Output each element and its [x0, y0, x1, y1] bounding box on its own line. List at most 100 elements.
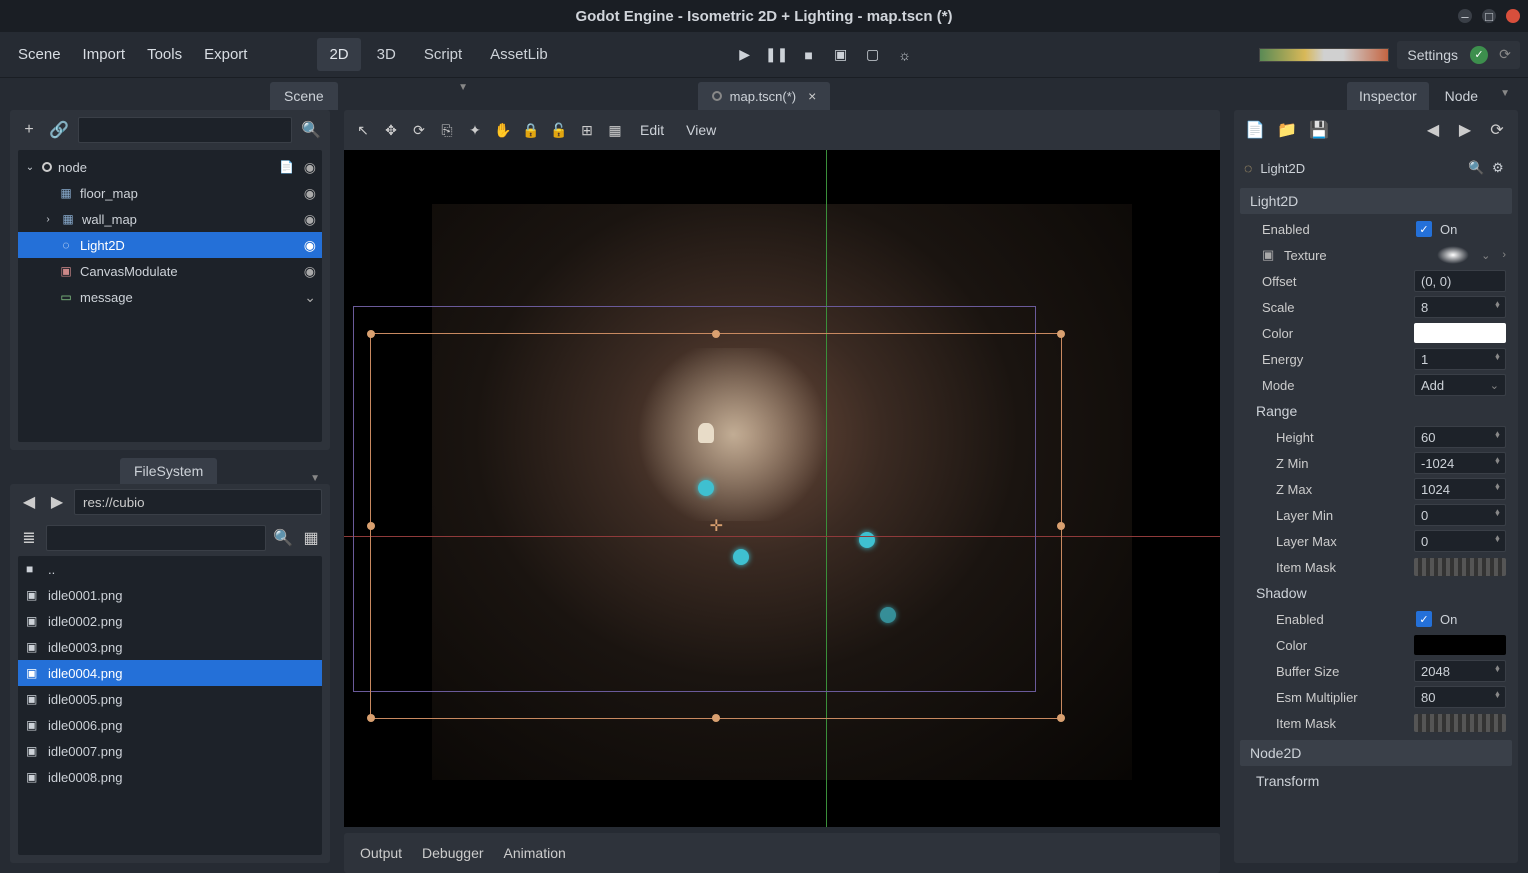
tree-view-icon[interactable]: ≣ [18, 527, 40, 549]
link-node-icon[interactable]: 🔗 [48, 119, 70, 141]
gear-icon[interactable]: ⚙ [1492, 160, 1508, 176]
viewport-2d[interactable]: ✛ [344, 150, 1220, 827]
load-resource-icon[interactable]: 📁 [1276, 119, 1298, 141]
color-picker[interactable] [1414, 323, 1506, 343]
snap-grid-icon[interactable]: ▦ [606, 121, 624, 139]
dock-fs-menu-icon[interactable]: ▼ [310, 473, 324, 484]
list-select-icon[interactable]: ⎘ [438, 121, 456, 139]
dock-tab-node[interactable]: Node [1433, 82, 1490, 110]
filesystem-file-row[interactable]: ▣idle0004.png [18, 660, 322, 686]
snap-off-icon[interactable]: ⊞ [578, 121, 596, 139]
filesystem-search-input[interactable] [46, 525, 266, 551]
stop-button[interactable]: ■ [794, 40, 824, 70]
pan-tool-icon[interactable]: ✋ [494, 121, 512, 139]
resize-handle[interactable] [1057, 330, 1065, 338]
settings-button[interactable]: Settings [1403, 45, 1462, 65]
resize-handle[interactable] [712, 714, 720, 722]
inspector-section-light2d[interactable]: Light2D [1240, 188, 1512, 214]
pivot-tool-icon[interactable]: ✦ [466, 121, 484, 139]
filesystem-file-row[interactable]: ▣idle0002.png [18, 608, 322, 634]
zmin-field[interactable]: -1024 [1414, 452, 1506, 474]
resize-handle[interactable] [1057, 522, 1065, 530]
resize-handle[interactable] [712, 330, 720, 338]
search-icon[interactable]: 🔍 [1468, 160, 1484, 176]
rotate-tool-icon[interactable]: ⟳ [410, 121, 428, 139]
visibility-icon[interactable]: ◉ [304, 237, 316, 254]
scene-tree[interactable]: ⌄ node 📄 ◉ ▦ floor_map ◉ › [18, 150, 322, 442]
bottom-tab-animation[interactable]: Animation [504, 845, 566, 861]
play-button[interactable]: ▶ [730, 40, 760, 70]
texture-preview[interactable] [1437, 246, 1469, 264]
menu-export[interactable]: Export [194, 38, 257, 71]
dock-right-menu-icon[interactable]: ▼ [1494, 82, 1516, 110]
lock-icon[interactable]: 🔒 [522, 121, 540, 139]
visibility-icon[interactable]: ◉ [304, 211, 316, 228]
buffersize-field[interactable]: 2048 [1414, 660, 1506, 682]
window-close-button[interactable] [1506, 9, 1520, 23]
tree-node-root[interactable]: ⌄ node 📄 ◉ [18, 154, 322, 180]
menu-scene[interactable]: Scene [8, 38, 71, 71]
filesystem-file-row[interactable]: ▣idle0005.png [18, 686, 322, 712]
expand-icon[interactable]: › [42, 214, 54, 225]
bottom-tab-output[interactable]: Output [360, 845, 402, 861]
chevron-right-icon[interactable]: › [1502, 249, 1506, 261]
dock-tab-filesystem[interactable]: FileSystem [120, 458, 217, 484]
search-icon[interactable]: 🔍 [300, 119, 322, 141]
tree-node-floor-map[interactable]: ▦ floor_map ◉ [18, 180, 322, 206]
pause-button[interactable]: ❚❚ [762, 40, 792, 70]
visibility-collapsed-icon[interactable]: ⌄ [304, 289, 316, 306]
scene-tab-map[interactable]: map.tscn(*) × [698, 82, 831, 110]
window-maximize-button[interactable]: □ [1482, 9, 1496, 23]
filesystem-path-input[interactable] [74, 489, 322, 515]
checkbox-enabled[interactable]: ✓ [1416, 221, 1432, 237]
menu-tools[interactable]: Tools [137, 38, 192, 71]
tree-node-canvasmodulate[interactable]: ▣ CanvasModulate ◉ [18, 258, 322, 284]
layermax-field[interactable]: 0 [1414, 530, 1506, 552]
history-back-icon[interactable]: ◀ [1422, 119, 1444, 141]
save-resource-icon[interactable]: 💾 [1308, 119, 1330, 141]
filesystem-list[interactable]: ■ .. ▣idle0001.png ▣idle0002.png ▣idle00… [18, 556, 322, 855]
resize-handle[interactable] [367, 522, 375, 530]
filesystem-up-dir[interactable]: ■ .. [18, 556, 322, 582]
filesystem-file-row[interactable]: ▣idle0006.png [18, 712, 322, 738]
zmax-field[interactable]: 1024 [1414, 478, 1506, 500]
menu-import[interactable]: Import [73, 38, 136, 71]
dock-left-menu-icon[interactable]: ▼ [458, 82, 472, 110]
grid-view-icon[interactable]: ▦ [300, 527, 322, 549]
resize-handle[interactable] [367, 330, 375, 338]
checkbox-shadow-enabled[interactable]: ✓ [1416, 611, 1432, 627]
viewport-view-menu[interactable]: View [680, 118, 722, 142]
workspace-tab-script[interactable]: Script [412, 38, 474, 71]
nav-forward-icon[interactable]: ▶ [46, 491, 68, 513]
inspector-body[interactable]: Light2D Enabled ✓ On ▣ Texture ⌄ › Offse… [1234, 186, 1518, 863]
tree-node-message[interactable]: ▭ message ⌄ [18, 284, 322, 310]
play-custom-button[interactable]: ▢ [858, 40, 888, 70]
filesystem-file-row[interactable]: ▣idle0001.png [18, 582, 322, 608]
inspector-group-range[interactable]: Range [1240, 398, 1512, 424]
layer-mask-picker[interactable] [1414, 558, 1506, 576]
visibility-icon[interactable]: ◉ [304, 185, 316, 202]
filesystem-file-row[interactable]: ▣idle0008.png [18, 764, 322, 790]
inspector-group-transform[interactable]: Transform [1240, 768, 1512, 794]
inspector-group-shadow[interactable]: Shadow [1240, 580, 1512, 606]
bottom-tab-debugger[interactable]: Debugger [422, 845, 484, 861]
window-minimize-button[interactable]: – [1458, 9, 1472, 23]
expand-icon[interactable]: ⌄ [24, 162, 36, 173]
add-node-icon[interactable]: + [18, 119, 40, 141]
nav-back-icon[interactable]: ◀ [18, 491, 40, 513]
layermin-field[interactable]: 0 [1414, 504, 1506, 526]
close-tab-icon[interactable]: × [808, 88, 816, 104]
unlock-icon[interactable]: 🔓 [550, 121, 568, 139]
filesystem-file-row[interactable]: ▣idle0003.png [18, 634, 322, 660]
workspace-tab-3d[interactable]: 3D [365, 38, 408, 71]
chevron-down-icon[interactable]: ⌄ [1481, 249, 1490, 262]
visibility-icon[interactable]: ◉ [304, 159, 316, 176]
dock-tab-scene[interactable]: Scene [270, 82, 338, 110]
workspace-tab-2d[interactable]: 2D [317, 38, 360, 71]
select-tool-icon[interactable]: ↖ [354, 121, 372, 139]
shadow-color-picker[interactable] [1414, 635, 1506, 655]
scale-field[interactable]: 8 [1414, 296, 1506, 318]
remote-debug-icon[interactable]: ☼ [890, 40, 920, 70]
inspector-section-node2d[interactable]: Node2D [1240, 740, 1512, 766]
pivot-cross-icon[interactable]: ✛ [710, 516, 723, 536]
